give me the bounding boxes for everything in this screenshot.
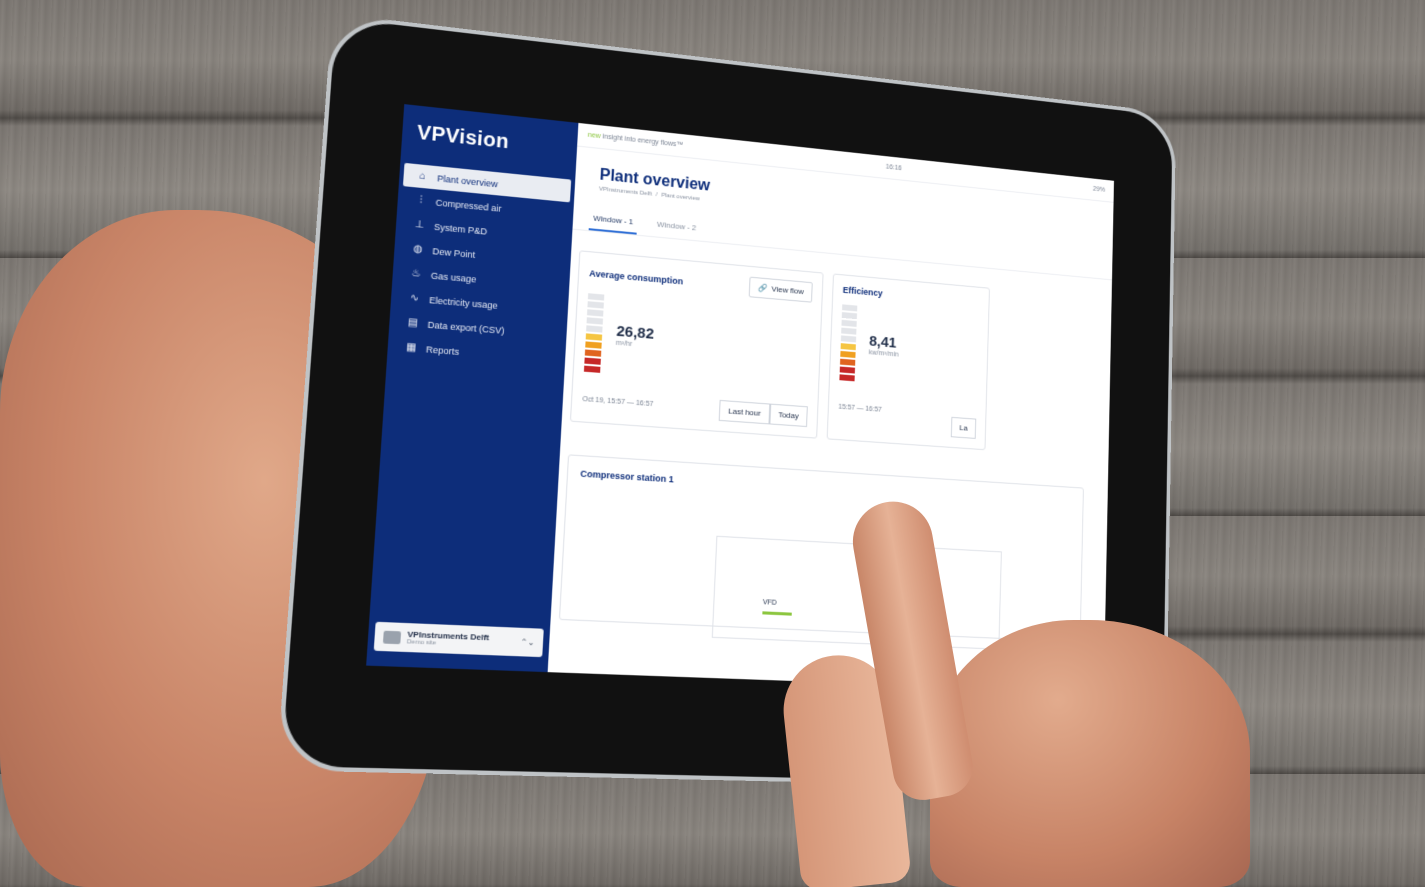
gauge-segment (584, 358, 601, 365)
right-hand (930, 620, 1250, 887)
gauge-segment (841, 328, 856, 335)
gauge-segment (842, 312, 857, 319)
sidebar-item-label: Reports (426, 344, 460, 357)
sidebar-nav: ⌂ Plant overview ⫶ Compressed air ⊥ System P&… (387, 161, 575, 372)
building-icon: ⌂ (416, 170, 429, 182)
gauge-segment (840, 359, 855, 366)
card-title: Efficiency (843, 285, 883, 298)
efficiency-card: Efficiency 8,41 kw/m³/min 15:57 — 16:57 … (827, 273, 990, 450)
station-title: Compressor station 1 (580, 468, 1072, 508)
gauge-segment (842, 304, 857, 311)
gauge-segment (841, 343, 856, 350)
organization-selector[interactable]: VPInstruments Delft Demo site ⌃⌄ (374, 622, 544, 657)
report-icon: ▦ (405, 342, 418, 354)
view-flow-button[interactable]: 🔗 View flow (749, 277, 813, 303)
sidebar-item-label: Gas usage (431, 270, 477, 284)
compressor-station-card: Compressor station 1 VFD (559, 454, 1084, 642)
tab-window-1[interactable]: Window - 1 (589, 207, 638, 234)
vfd-label: VFD (763, 599, 777, 607)
network-icon: ⊥ (413, 219, 426, 231)
period-toggle: La (951, 417, 976, 439)
gauge-segment (841, 335, 856, 342)
gauge-segment (588, 293, 604, 300)
wave-icon: ∿ (408, 292, 421, 304)
sidebar-item-label: Plant overview (437, 173, 498, 189)
chevron-updown-icon: ⌃⌄ (520, 637, 535, 647)
view-flow-label: View flow (771, 284, 804, 296)
tab-window-2[interactable]: Window - 2 (652, 214, 700, 241)
card-title: Average consumption (589, 268, 683, 286)
gauge-segment (584, 366, 601, 373)
droplet-icon: ◍ (411, 243, 424, 255)
organization-logo-icon (383, 630, 401, 644)
organization-text: VPInstruments Delft Demo site (407, 630, 515, 650)
sidebar-item-label: System P&D (434, 221, 488, 236)
tagline-text: insight into energy flows™ (602, 133, 683, 148)
efficiency-readout: 8,41 kw/m³/min (869, 333, 900, 359)
sidebar-item-label: Compressed air (435, 197, 501, 213)
gauge-segment (586, 333, 602, 340)
sliders-icon: ⫶ (414, 194, 427, 206)
efficiency-level-gauge (839, 304, 857, 381)
gauge-segment (587, 309, 603, 316)
gauge-segment (585, 349, 602, 356)
last-hour-button[interactable]: La (951, 417, 976, 439)
sidebar-item-label: Data export (CSV) (427, 319, 504, 335)
gauge-row: 8,41 kw/m³/min (839, 304, 979, 390)
sidebar-item-label: Electricity usage (429, 294, 498, 310)
gas-icon: ♨ (409, 268, 422, 280)
last-hour-button[interactable]: Last hour (719, 400, 770, 424)
gauge-segment (587, 317, 603, 324)
gauge-segment (840, 367, 855, 374)
card-header: Efficiency (843, 285, 980, 307)
gauge-segment (841, 320, 856, 327)
gauge-segment (839, 374, 854, 381)
tagline: new insight into energy flows™ (588, 132, 684, 149)
main-content: new insight into energy flows™ 16:16 29%… (548, 123, 1114, 692)
tagline-accent: new (588, 132, 601, 140)
gauge-segment (585, 341, 602, 348)
gauge-segment (840, 351, 855, 358)
period-toggle: Last hour Today (719, 400, 808, 427)
clock: 16:16 (886, 164, 902, 172)
consumption-level-gauge (584, 293, 604, 373)
battery-status: 29% (1093, 186, 1105, 194)
gauge-segment (587, 301, 603, 308)
efficiency-unit: kw/m³/min (869, 349, 899, 358)
consumption-readout: 26,82 m³/hr (616, 323, 655, 350)
link-icon: 🔗 (758, 283, 768, 293)
today-button[interactable]: Today (769, 404, 808, 427)
tablet-screen: VPVision ⌂ Plant overview ⫶ Compressed air ⊥… (366, 104, 1114, 692)
sidebar-item-label: Dew Point (432, 246, 475, 260)
breadcrumb-separator: / (656, 192, 658, 198)
gauge-segment (586, 325, 602, 332)
file-icon: ▤ (406, 317, 419, 329)
average-consumption-card: Average consumption 🔗 View flow 26,82 m³… (570, 250, 824, 438)
sidebar: VPVision ⌂ Plant overview ⫶ Compressed air ⊥… (366, 104, 578, 672)
gauge-row: 26,82 m³/hr (584, 293, 812, 388)
